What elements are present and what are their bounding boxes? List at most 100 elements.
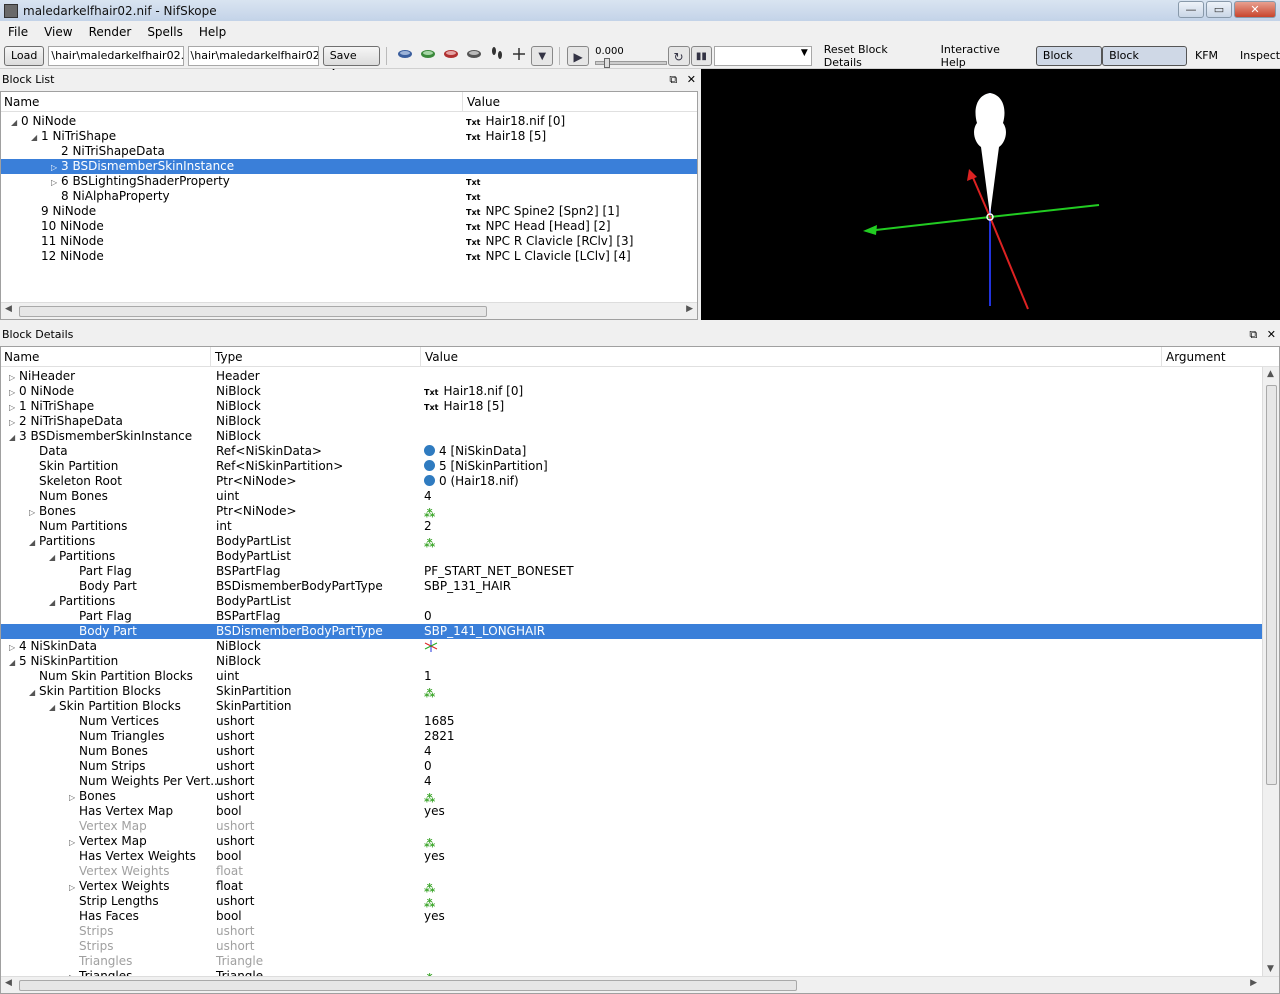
float-icon[interactable]: ⧉ — [669, 73, 677, 86]
load-button[interactable]: Load — [4, 45, 45, 66]
collapsed-arrow-icon[interactable]: ▷ — [69, 880, 79, 895]
detail-row[interactable]: Vertex Weights float — [1, 864, 1262, 879]
detail-row[interactable]: ▷ 1 NiTriShape NiBlock Txt Hair18 [5] — [1, 399, 1262, 414]
block-list-tree[interactable]: Name Value ◢ 0 NiNode Txt Hair18.nif [0] ◢ 1 … — [0, 91, 698, 320]
expanded-arrow-icon[interactable]: ◢ — [49, 595, 59, 610]
maximize-button[interactable]: ▭ — [1206, 1, 1232, 18]
detail-row[interactable]: Skeleton Root Ptr<NiNode> 0 (Hair18.nif) — [1, 474, 1262, 489]
tree-row[interactable]: 8 NiAlphaProperty Txt — [1, 189, 697, 204]
scroll-left-icon[interactable]: ◀ — [5, 304, 12, 314]
expanded-arrow-icon[interactable]: ◢ — [31, 130, 41, 145]
menu-render[interactable]: Render — [81, 25, 140, 39]
inspect-button[interactable]: Inspect — [1240, 49, 1280, 62]
view-top-icon[interactable] — [394, 46, 416, 66]
detail-row[interactable]: Has Faces bool yes — [1, 909, 1262, 924]
block-details-toggle[interactable]: Block Details — [1102, 45, 1187, 80]
detail-row[interactable]: ◢ Partitions BodyPartList — [1, 594, 1262, 609]
tree-row[interactable]: ▷ 3 BSDismemberSkinInstance — [1, 159, 697, 174]
detail-row[interactable]: ▷Triangles Triangle ⁂ — [1, 969, 1262, 976]
tree-row[interactable]: ▷ 6 BSLightingShaderProperty Txt — [1, 174, 697, 189]
save-path-field[interactable]: \hair\maledarkelfhair02.nif — [187, 45, 319, 66]
detail-row[interactable]: Num Vertices ushort 1685 — [1, 714, 1262, 729]
detail-row[interactable]: ◢ Partitions BodyPartList ⁂ — [1, 534, 1262, 549]
animation-select[interactable]: ▼ — [714, 45, 812, 66]
view-dropdown-icon[interactable]: ▼ — [531, 45, 554, 66]
kfm-button[interactable]: KFM — [1195, 49, 1218, 62]
expanded-arrow-icon[interactable]: ◢ — [49, 700, 59, 715]
detail-row[interactable]: Body Part BSDismemberBodyPartType SBP_141_… — [1, 624, 1262, 639]
detail-row[interactable]: Num Partitions int 2 — [1, 519, 1262, 534]
column-header-type[interactable]: Type — [212, 347, 421, 367]
menu-spells[interactable]: Spells — [139, 25, 191, 39]
axis-icon[interactable] — [508, 46, 530, 66]
render-viewport[interactable] — [701, 69, 1280, 320]
detail-row[interactable]: Strip Lengths ushort ⁂ — [1, 894, 1262, 909]
detail-row[interactable]: ▷ Vertex Weights float ⁂ — [1, 879, 1262, 894]
scroll-right-icon[interactable]: ▶ — [686, 304, 693, 314]
collapsed-arrow-icon[interactable]: ▷ — [9, 385, 19, 400]
block-details-hscrollbar[interactable]: ◀ ▶ — [1, 976, 1279, 993]
detail-row[interactable]: ▷ NiHeader Header — [1, 369, 1262, 384]
column-header-name[interactable]: Name — [1, 347, 211, 367]
collapsed-arrow-icon[interactable]: ▷ — [29, 505, 39, 520]
interactive-help-button[interactable]: Interactive Help — [941, 43, 1028, 69]
close-icon[interactable]: ✕ — [1267, 328, 1276, 341]
link-icon[interactable] — [424, 445, 435, 456]
detail-row[interactable]: ◢ 3 BSDismemberSkinInstance NiBlock — [1, 429, 1262, 444]
column-header-value[interactable]: Value — [422, 347, 1162, 367]
play-icon[interactable]: ▶ — [567, 45, 590, 66]
loop-icon[interactable]: ↻ — [667, 45, 690, 66]
menu-view[interactable]: View — [36, 25, 80, 39]
column-header-name[interactable]: Name — [1, 92, 463, 112]
scroll-right-icon[interactable]: ▶ — [1250, 978, 1257, 988]
scroll-up-icon[interactable]: ▲ — [1267, 369, 1274, 379]
walk-icon[interactable] — [486, 46, 508, 66]
collapsed-arrow-icon[interactable]: ▷ — [9, 370, 19, 385]
collapsed-arrow-icon[interactable]: ▷ — [51, 160, 61, 175]
detail-row[interactable]: Has Vertex Weights bool yes — [1, 849, 1262, 864]
detail-row[interactable]: ▷ 0 NiNode NiBlock Txt Hair18.nif [0] — [1, 384, 1262, 399]
detail-row[interactable]: Strips ushort — [1, 924, 1262, 939]
detail-row[interactable]: Num Triangles ushort 2821 — [1, 729, 1262, 744]
time-slider[interactable]: 0.000 — [595, 46, 667, 68]
detail-row[interactable]: Num Bones ushort 4 — [1, 744, 1262, 759]
save-as-button[interactable]: Save As — [322, 45, 381, 80]
detail-row[interactable]: Body Part BSDismemberBodyPartType SBP_131_… — [1, 579, 1262, 594]
collapsed-arrow-icon[interactable]: ▷ — [9, 415, 19, 430]
block-details-vscrollbar[interactable]: ▲ ▼ — [1262, 367, 1279, 976]
detail-row[interactable]: Strips ushort — [1, 939, 1262, 954]
detail-row[interactable]: Part Flag BSPartFlag PF_START_NET_BONESET — [1, 564, 1262, 579]
time-slider-track[interactable] — [595, 57, 667, 68]
block-list-hscrollbar[interactable]: ◀ ▶ — [1, 302, 697, 319]
link-icon[interactable] — [424, 475, 435, 486]
expanded-arrow-icon[interactable]: ◢ — [29, 535, 39, 550]
block-details-tree[interactable]: Name Type Value Argument ▷ NiHeader Header… — [0, 346, 1280, 994]
view-side-icon[interactable] — [440, 46, 462, 66]
tree-row[interactable]: 9 NiNode Txt NPC Spine2 [Spn2] [1] — [1, 204, 697, 219]
tree-row[interactable]: 10 NiNode Txt NPC Head [Head] [2] — [1, 219, 697, 234]
reset-block-details-button[interactable]: Reset Block Details — [824, 43, 929, 69]
detail-row[interactable]: Skin Partition Ref<NiSkinPartition> 5 [NiS… — [1, 459, 1262, 474]
collapsed-arrow-icon[interactable]: ▷ — [9, 400, 19, 415]
detail-row[interactable]: ▷ Bones ushort ⁂ — [1, 789, 1262, 804]
detail-row[interactable]: Vertex Map ushort — [1, 819, 1262, 834]
expanded-arrow-icon[interactable]: ◢ — [11, 115, 21, 130]
collapsed-arrow-icon[interactable]: ▷ — [9, 640, 19, 655]
detail-row[interactable]: ▷ Vertex Map ushort ⁂ — [1, 834, 1262, 849]
menu-help[interactable]: Help — [191, 25, 234, 39]
load-path-field[interactable]: \hair\maledarkelfhair02.nif — [48, 45, 184, 66]
float-icon[interactable]: ⧉ — [1249, 328, 1257, 341]
scrollbar-thumb[interactable] — [19, 306, 487, 317]
detail-row[interactable]: Triangles Triangle — [1, 954, 1262, 969]
expanded-arrow-icon[interactable]: ◢ — [9, 430, 19, 445]
detail-row[interactable]: ◢ Skin Partition Blocks SkinPartition — [1, 699, 1262, 714]
tree-row[interactable]: ◢ 1 NiTriShape Txt Hair18 [5] — [1, 129, 697, 144]
scrollbar-thumb[interactable] — [1266, 385, 1277, 785]
tree-row[interactable]: 12 NiNode Txt NPC L Clavicle [LClv] [4] — [1, 249, 697, 264]
switch-icon[interactable]: ▮▮ — [690, 45, 713, 66]
detail-row[interactable]: Num Bones uint 4 — [1, 489, 1262, 504]
detail-row[interactable]: Num Weights Per Vert... ushort 4 — [1, 774, 1262, 789]
view-user-icon[interactable] — [463, 46, 485, 66]
detail-row[interactable]: ◢ Skin Partition Blocks SkinPartition ⁂ — [1, 684, 1262, 699]
close-button[interactable]: ✕ — [1234, 1, 1276, 18]
